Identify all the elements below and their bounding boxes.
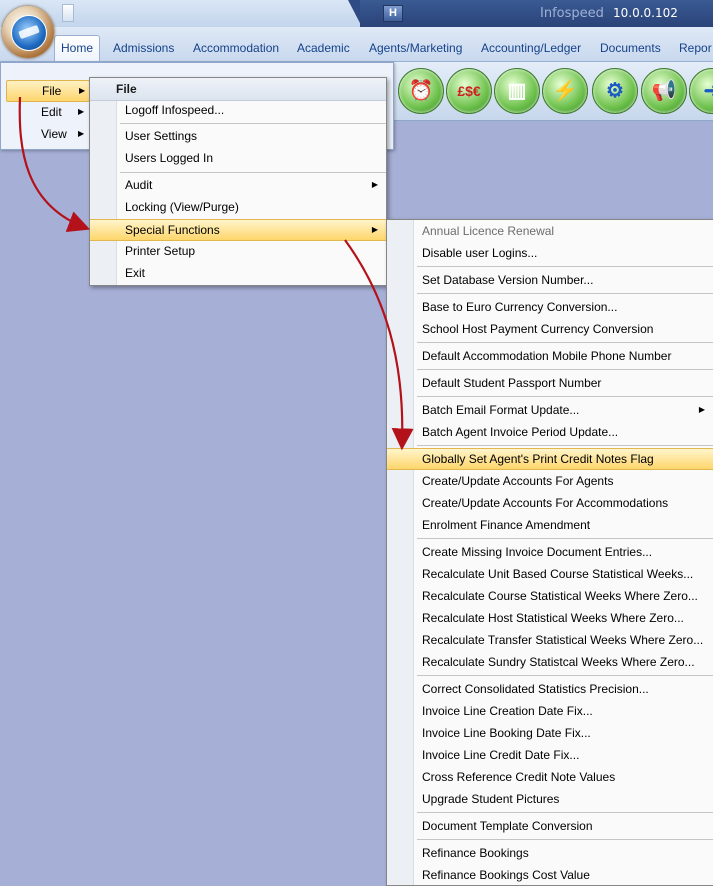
menu-item-accounts-accommodations[interactable]: Create/Update Accounts For Accommodation… bbox=[387, 492, 713, 514]
menu-item-invoice-creation-date[interactable]: Invoice Line Creation Date Fix... bbox=[387, 700, 713, 722]
menu-item-recalc-host[interactable]: Recalculate Host Statistical Weeks Where… bbox=[387, 607, 713, 629]
menu-separator bbox=[120, 172, 386, 173]
menu-separator bbox=[417, 445, 713, 446]
megaphone-icon[interactable]: 📢 bbox=[641, 68, 687, 114]
menu-item-default-passport[interactable]: Default Student Passport Number bbox=[387, 372, 713, 394]
window-title: Infospeed bbox=[540, 6, 604, 21]
menu-separator bbox=[417, 675, 713, 676]
menu-item-recalc-sundry[interactable]: Recalculate Sundry Statistcal Weeks Wher… bbox=[387, 651, 713, 673]
arrow-icon[interactable]: ➜ bbox=[689, 68, 713, 114]
quick-access-toolbar[interactable] bbox=[62, 4, 74, 22]
submenu-arrow-icon: ▶ bbox=[698, 405, 705, 414]
file-menu-header: File bbox=[90, 78, 386, 101]
menu-item-users-logged-in[interactable]: Users Logged In bbox=[90, 147, 386, 169]
menu-item-document-template[interactable]: Document Template Conversion bbox=[387, 815, 713, 837]
application-orb[interactable] bbox=[2, 6, 54, 58]
menu-item-recalc-transfer[interactable]: Recalculate Transfer Statistical Weeks W… bbox=[387, 629, 713, 651]
menu-item-special-functions[interactable]: Special Functions ▶ bbox=[90, 219, 386, 241]
submenu-arrow-icon: ▶ bbox=[371, 225, 378, 234]
tab-accounting-ledger[interactable]: Accounting/Ledger bbox=[475, 37, 587, 59]
menu-item-batch-email-format[interactable]: Batch Email Format Update... ▶ bbox=[387, 399, 713, 421]
submenu-arrow-icon: ▶ bbox=[371, 180, 378, 189]
menu-separator bbox=[417, 293, 713, 294]
menu-separator bbox=[417, 266, 713, 267]
menu-separator bbox=[417, 538, 713, 539]
application-logo-icon bbox=[11, 15, 47, 51]
menu-item-upgrade-student-pictures[interactable]: Upgrade Student Pictures bbox=[387, 788, 713, 810]
menu-item-create-missing-invoice[interactable]: Create Missing Invoice Document Entries.… bbox=[387, 541, 713, 563]
title-bar: H Infospeed 10.0.0.102 bbox=[0, 0, 713, 27]
menu-item-default-accommodation-phone[interactable]: Default Accommodation Mobile Phone Numbe… bbox=[387, 345, 713, 367]
menu-item-disable-user-logins[interactable]: Disable user Logins... bbox=[387, 242, 713, 264]
submenu-arrow-icon: ▶ bbox=[78, 129, 85, 138]
menu-item-accounts-agents[interactable]: Create/Update Accounts For Agents bbox=[387, 470, 713, 492]
menu-separator bbox=[417, 812, 713, 813]
menu-item-refinance-cost-value[interactable]: Refinance Bookings Cost Value bbox=[387, 864, 713, 886]
menu-item-globally-set-credit-notes[interactable]: Globally Set Agent's Print Credit Notes … bbox=[387, 448, 713, 470]
tab-agents-marketing[interactable]: Agents/Marketing bbox=[363, 37, 468, 59]
server-ip: 10.0.0.102 bbox=[613, 6, 678, 20]
menu-item-enrolment-finance[interactable]: Enrolment Finance Amendment bbox=[387, 514, 713, 536]
tab-home[interactable]: Home bbox=[54, 35, 101, 61]
menu-item-refinance-bookings[interactable]: Refinance Bookings bbox=[387, 842, 713, 864]
menu-separator bbox=[120, 123, 386, 124]
menu-item-base-to-euro[interactable]: Base to Euro Currency Conversion... bbox=[387, 296, 713, 318]
menu-item-invoice-credit-date[interactable]: Invoice Line Credit Date Fix... bbox=[387, 744, 713, 766]
file-menu: File Logoff Infospeed... User Settings U… bbox=[89, 77, 387, 286]
menu-item-set-db-version[interactable]: Set Database Version Number... bbox=[387, 269, 713, 291]
menu-item-logoff[interactable]: Logoff Infospeed... bbox=[90, 99, 386, 121]
menu-separator bbox=[417, 839, 713, 840]
menu-item-locking[interactable]: Locking (View/Purge) bbox=[90, 196, 386, 218]
currency-icon[interactable]: £$€ bbox=[446, 68, 492, 114]
tab-documents[interactable]: Documents bbox=[594, 37, 667, 59]
gears-icon[interactable]: ⚙ bbox=[592, 68, 638, 114]
menu-item-exit[interactable]: Exit bbox=[90, 262, 386, 284]
menu-item-invoice-booking-date[interactable]: Invoice Line Booking Date Fix... bbox=[387, 722, 713, 744]
submenu-arrow-icon: ▶ bbox=[78, 107, 85, 116]
columns-icon[interactable]: ▥ bbox=[494, 68, 540, 114]
alarm-clock-icon[interactable]: ⏰ bbox=[398, 68, 444, 114]
ribbon-tab-bar: Home Admissions Accommodation Academic A… bbox=[0, 27, 713, 62]
tab-academic[interactable]: Academic bbox=[291, 37, 356, 59]
tab-accommodation[interactable]: Accommodation bbox=[187, 37, 285, 59]
menu-item-printer-setup[interactable]: Printer Setup bbox=[90, 240, 386, 262]
special-functions-menu: Annual Licence Renewal Disable user Logi… bbox=[386, 219, 713, 886]
app-menu-file[interactable]: File ▶ bbox=[6, 80, 90, 102]
menu-item-recalc-unit-course[interactable]: Recalculate Unit Based Course Statistica… bbox=[387, 563, 713, 585]
menu-item-school-host-payment[interactable]: School Host Payment Currency Conversion bbox=[387, 318, 713, 340]
menu-item-correct-consolidated[interactable]: Correct Consolidated Statistics Precisio… bbox=[387, 678, 713, 700]
menu-separator bbox=[417, 369, 713, 370]
menu-item-annual-licence-renewal: Annual Licence Renewal bbox=[422, 224, 555, 238]
lightning-icon[interactable]: ⚡ bbox=[542, 68, 588, 114]
app-menu-edit[interactable]: Edit ▶ bbox=[6, 102, 88, 122]
menu-item-cross-reference-credit[interactable]: Cross Reference Credit Note Values bbox=[387, 766, 713, 788]
menu-separator bbox=[417, 342, 713, 343]
menu-item-user-settings[interactable]: User Settings bbox=[90, 125, 386, 147]
quick-access-h-button[interactable]: H bbox=[383, 5, 403, 22]
submenu-arrow-icon: ▶ bbox=[79, 86, 86, 95]
menu-item-batch-agent-invoice[interactable]: Batch Agent Invoice Period Update... bbox=[387, 421, 713, 443]
app-menu-view[interactable]: View ▶ bbox=[6, 124, 88, 144]
tab-reports[interactable]: Repor bbox=[673, 37, 713, 59]
menu-separator bbox=[417, 396, 713, 397]
tab-admissions[interactable]: Admissions bbox=[107, 37, 180, 59]
menu-item-recalc-course[interactable]: Recalculate Course Statistical Weeks Whe… bbox=[387, 585, 713, 607]
menu-item-audit[interactable]: Audit ▶ bbox=[90, 174, 386, 196]
